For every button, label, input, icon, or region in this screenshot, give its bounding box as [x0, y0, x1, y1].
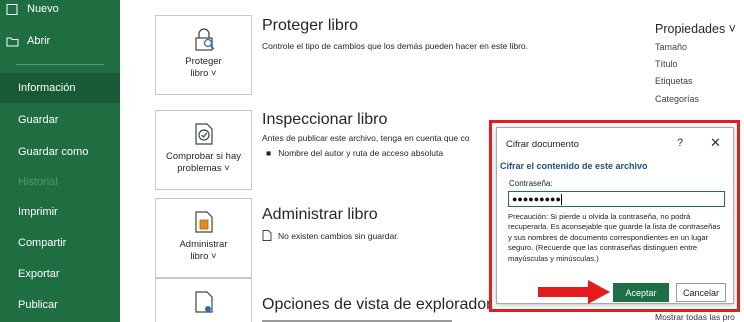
bullet-text: Nombre del autor y ruta de acceso absolu…: [278, 148, 444, 158]
button-label: libro ˅: [190, 251, 217, 262]
sidebar-item-label: Abrir: [27, 35, 51, 47]
show-all-properties-link[interactable]: Mostrar todas las pro: [655, 312, 744, 322]
bullet-icon: ■: [266, 148, 279, 158]
accept-button[interactable]: Aceptar: [613, 283, 669, 302]
close-icon[interactable]: ✕: [710, 135, 721, 151]
sidebar-item-label: Información: [18, 82, 76, 94]
property-size: Tamaño: [655, 42, 688, 52]
sidebar-item-label: Nuevo: [27, 3, 59, 15]
property-tags: Etiquetas: [655, 76, 693, 86]
folder-icon: [6, 36, 19, 47]
protect-workbook-button[interactable]: Proteger libro ˅: [155, 15, 252, 95]
sidebar-item-label: Guardar: [18, 114, 59, 126]
button-label: Comprobar si hay: [166, 151, 241, 162]
dialog-heading: Cifrar el contenido de este archivo: [500, 161, 648, 171]
cancel-button[interactable]: Cancelar: [676, 283, 726, 302]
backstage-sidebar: Nuevo Abrir Información Guardar Guardar …: [0, 0, 120, 322]
sidebar-item-historial: Historial: [0, 167, 120, 197]
property-title: Título: [655, 59, 678, 69]
sidebar-item-label: Publicar: [18, 299, 58, 311]
sidebar-item-label: Exportar: [18, 268, 60, 280]
button-label: problemas ˅: [177, 163, 230, 174]
inspect-section-desc: Antes de publicar este archivo, tenga en…: [262, 133, 470, 143]
browser-section-desc-partial: [262, 317, 462, 322]
properties-heading[interactable]: Propiedades ˅: [655, 22, 736, 36]
help-button[interactable]: ?: [677, 137, 683, 149]
sidebar-item-imprimir[interactable]: Imprimir: [0, 197, 120, 227]
browser-document-icon: [191, 289, 217, 315]
password-warning: Precaución: Si pierde u olvida la contra…: [508, 212, 721, 263]
sidebar-item-guardar[interactable]: Guardar: [0, 105, 120, 135]
sidebar-item-label: Guardar como: [18, 146, 89, 158]
text-caret: [560, 194, 562, 206]
sidebar-item-guardar-como[interactable]: Guardar como: [0, 137, 120, 167]
dialog-title: Cifrar documento: [506, 139, 579, 150]
manage-document-icon: [191, 209, 217, 235]
sidebar-divider: [16, 64, 104, 65]
encrypt-document-dialog: Cifrar documento ? ✕ Cifrar el contenido…: [496, 127, 734, 304]
password-label: Contraseña:: [509, 179, 553, 188]
password-field[interactable]: ●●●●●●●●●: [508, 191, 725, 207]
inspect-section-title: Inspeccionar libro: [262, 111, 388, 128]
property-categories: Categorías: [655, 94, 700, 104]
red-arrow-icon: [538, 280, 610, 304]
browser-view-options-button[interactable]: [155, 278, 252, 322]
manage-workbook-button[interactable]: Administrar libro ˅: [155, 198, 252, 278]
manage-section-title: Administrar libro: [262, 206, 378, 223]
manage-section-desc: No existen cambios sin guardar.: [262, 230, 399, 241]
button-label: libro ˅: [190, 68, 217, 79]
inspect-document-icon: [191, 121, 217, 147]
inspect-bullet-item: ■ Nombre del autor y ruta de acceso abso…: [266, 148, 443, 158]
check-issues-button[interactable]: Comprobar si hay problemas ˅: [155, 110, 252, 190]
document-small-icon: [262, 230, 272, 241]
sidebar-item-label: Historial: [18, 176, 58, 188]
protect-section-desc: Controle el tipo de cambios que los demá…: [262, 41, 529, 51]
button-label: Administrar: [179, 239, 228, 250]
lock-icon: [191, 26, 217, 52]
sidebar-item-label: Imprimir: [18, 206, 58, 218]
manage-desc-text: No existen cambios sin guardar.: [278, 231, 399, 241]
sidebar-item-publicar[interactable]: Publicar: [0, 290, 120, 320]
new-file-icon: [6, 3, 19, 15]
protect-section-title: Proteger libro: [262, 17, 359, 34]
sidebar-item-informacion[interactable]: Información: [0, 73, 120, 103]
password-value: ●●●●●●●●●: [512, 194, 561, 204]
sidebar-item-abrir[interactable]: Abrir: [0, 26, 120, 56]
sidebar-item-nuevo[interactable]: Nuevo: [0, 0, 120, 24]
sidebar-item-exportar[interactable]: Exportar: [0, 259, 120, 289]
sidebar-item-label: Compartir: [18, 237, 67, 249]
button-label: Proteger: [185, 56, 222, 67]
browser-section-title: Opciones de vista de explorador: [262, 296, 492, 313]
sidebar-item-compartir[interactable]: Compartir: [0, 228, 120, 258]
